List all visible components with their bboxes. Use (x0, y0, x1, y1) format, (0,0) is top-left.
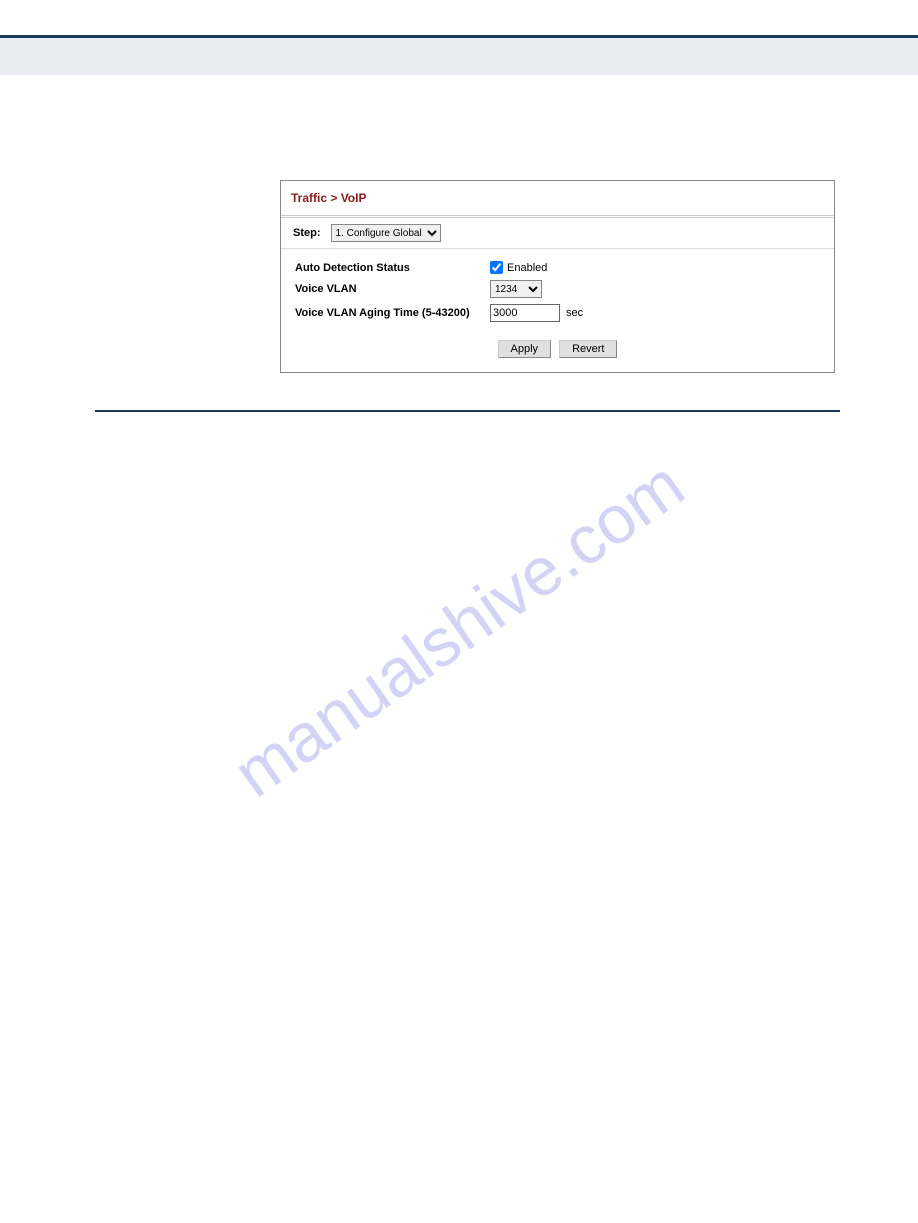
voip-config-panel: Traffic > VoIP Step: 1. Configure Global… (280, 180, 835, 373)
aging-time-input[interactable] (490, 304, 560, 322)
watermark: manualshive.com (220, 445, 698, 812)
voice-vlan-select[interactable]: 1234 (490, 280, 542, 298)
step-row: Step: 1. Configure Global (281, 218, 834, 249)
auto-detection-row: Auto Detection Status Enabled (295, 261, 820, 274)
auto-detection-label: Auto Detection Status (295, 262, 490, 274)
aging-time-label: Voice VLAN Aging Time (5-43200) (295, 307, 490, 319)
aging-time-unit: sec (566, 307, 583, 319)
apply-button[interactable]: Apply (498, 340, 552, 358)
voice-vlan-row: Voice VLAN 1234 (295, 280, 820, 298)
divider-line (95, 410, 840, 412)
panel-title: Traffic > VoIP (291, 191, 366, 205)
enabled-checkbox[interactable] (490, 261, 503, 274)
step-select[interactable]: 1. Configure Global (331, 224, 441, 242)
enabled-checkbox-container: Enabled (490, 261, 547, 274)
top-bar (0, 35, 918, 75)
enabled-label: Enabled (507, 262, 547, 274)
aging-time-row: Voice VLAN Aging Time (5-43200) sec (295, 304, 820, 322)
panel-header: Traffic > VoIP (281, 181, 834, 218)
voice-vlan-label: Voice VLAN (295, 283, 490, 295)
revert-button[interactable]: Revert (559, 340, 617, 358)
config-body: Auto Detection Status Enabled Voice VLAN… (281, 249, 834, 372)
step-label: Step: (293, 227, 321, 239)
button-row: Apply Revert (295, 340, 820, 358)
